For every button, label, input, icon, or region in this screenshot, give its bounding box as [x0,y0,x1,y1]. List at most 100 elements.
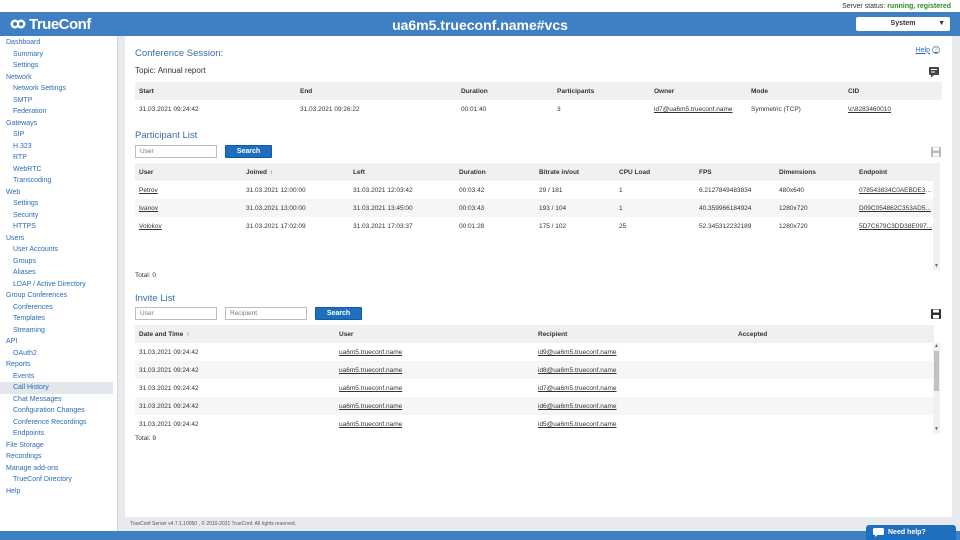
sidebar-item-ldap-active-directory[interactable]: LDAP / Active Directory [0,279,117,291]
invite-scroll-thumb[interactable] [934,351,939,391]
sidebar-item-events[interactable]: Events [0,371,117,383]
column-header-endpoint[interactable]: Endpoint [855,163,934,181]
participant-cell-endpoint[interactable]: 078543834C0AEBDE34... [855,181,934,199]
sidebar-item-aliases[interactable]: Aliases [0,267,117,279]
system-select[interactable]: System ▼ [856,17,950,31]
sidebar-item-h-323[interactable]: H.323 [0,141,117,153]
save-icon[interactable] [930,308,942,320]
participant-cell-left: 31.03.2021 13:45:00 [349,199,455,217]
session-cell-owner[interactable]: id7@ua6m5.trueconf.name [650,100,747,118]
invite-search-button[interactable]: Search [315,307,362,320]
column-header-user[interactable]: User [335,325,534,343]
column-header-user[interactable]: User [135,163,242,181]
column-header-accepted[interactable]: Accepted [734,325,934,343]
session-cell-cid[interactable]: \c\8283460010 [844,100,942,118]
participant-cell-user[interactable]: Volokov [135,217,242,235]
sidebar-item-security[interactable]: Security [0,210,117,222]
sidebar-item-https[interactable]: HTTPS [0,221,117,233]
sidebar-item-file-storage[interactable]: File Storage [0,440,117,452]
sidebar-item-groups[interactable]: Groups [0,256,117,268]
sidebar-item-transcoding[interactable]: Transcoding [0,175,117,187]
sidebar-item-group-conferences[interactable]: Group Conferences [0,290,117,302]
sidebar-item-web[interactable]: Web [0,187,117,199]
column-header-joined[interactable]: Joined ↑ [242,163,349,181]
scroll-down-icon[interactable]: ▼ [933,263,940,270]
sidebar-item-chat-messages[interactable]: Chat Messages [0,394,117,406]
column-header-dimensions[interactable]: Dimensions [775,163,855,181]
column-header-end[interactable]: End [296,82,457,100]
sidebar-item-endpoints[interactable]: Endpoints [0,428,117,440]
column-header-cpu-load[interactable]: CPU Load [615,163,695,181]
sidebar-item-manage-add-ons[interactable]: Manage add-ons [0,463,117,475]
column-header-owner[interactable]: Owner [650,82,747,100]
invite-cell-recipient[interactable]: id8@ua6m5.trueconf.name [534,361,734,379]
sidebar-item-users[interactable]: Users [0,233,117,245]
sidebar-item-recordings[interactable]: Recordings [0,451,117,463]
sidebar-item-call-history[interactable]: Call History [0,382,113,394]
invite-cell-recipient[interactable]: id7@ua6m5.trueconf.name [534,379,734,397]
column-header-label: Accepted [738,330,768,338]
sidebar-item-federation[interactable]: Federation [0,106,117,118]
help-link[interactable]: Help ? [916,46,940,54]
need-help-button[interactable]: Need help? [866,525,956,540]
sidebar-item-oauth2[interactable]: OAuth2 [0,348,117,360]
sidebar-item-settings[interactable]: Settings [0,198,117,210]
invite-scrollbar[interactable]: ▲ ▼ [933,343,940,433]
invite-cell-user[interactable]: ua6m5.trueconf.name [335,415,534,433]
sidebar-item-api[interactable]: API [0,336,117,348]
sidebar-item-help[interactable]: Help [0,486,117,498]
invite-cell-recipient[interactable]: id5@ua6m5.trueconf.name [534,415,734,433]
sidebar-item-trueconf-directory[interactable]: TrueConf Directory [0,474,117,486]
participant-empty-area [135,235,934,269]
participant-cell-user[interactable]: Petrov [135,181,242,199]
invite-recipient-input[interactable]: Recipient [225,307,307,320]
sidebar-item-summary[interactable]: Summary [0,49,117,61]
invite-cell-recipient[interactable]: id6@ua6m5.trueconf.name [534,397,734,415]
sidebar-item-network[interactable]: Network [0,72,117,84]
column-header-duration[interactable]: Duration [457,82,553,100]
sidebar-item-streaming[interactable]: Streaming [0,325,117,337]
column-header-recipient[interactable]: Recipient [534,325,734,343]
participant-search-button[interactable]: Search [225,145,272,158]
column-header-participants[interactable]: Participants [553,82,650,100]
sidebar-item-sip[interactable]: SIP [0,129,117,141]
invite-cell-user[interactable]: ua6m5.trueconf.name [335,397,534,415]
column-header-start[interactable]: Start [135,82,296,100]
invite-user-input[interactable]: User [135,307,217,320]
participant-scrollbar[interactable]: ▼ [933,163,940,270]
sidebar-item-user-accounts[interactable]: User Accounts [0,244,117,256]
sidebar-item-rtp[interactable]: RTP [0,152,117,164]
column-header-left[interactable]: Left [349,163,455,181]
scroll-down-icon[interactable]: ▼ [933,426,940,433]
invite-row: 31.03.2021 09:24:42 ua6m5.trueconf.name id… [135,361,934,379]
column-header-mode[interactable]: Mode [747,82,844,100]
participant-cell-endpoint[interactable]: 5D7C679C3DD38E097... [855,217,934,235]
invite-cell-user[interactable]: ua6m5.trueconf.name [335,379,534,397]
scroll-up-icon[interactable]: ▲ [933,343,940,350]
sidebar-item-gateways[interactable]: Gateways [0,118,117,130]
invite-cell-user[interactable]: ua6m5.trueconf.name [335,361,534,379]
sidebar-item-templates[interactable]: Templates [0,313,117,325]
sidebar-item-network-settings[interactable]: Network Settings [0,83,117,95]
sidebar-item-configuration-changes[interactable]: Configuration Changes [0,405,117,417]
participant-cell-endpoint[interactable]: D09C054862C353AD5... [855,199,934,217]
sidebar-item-reports[interactable]: Reports [0,359,117,371]
column-header-bitrate-in-out[interactable]: Bitrate in/out [535,163,615,181]
sidebar-item-settings[interactable]: Settings [0,60,117,72]
sidebar-item-smtp[interactable]: SMTP [0,95,117,107]
sidebar-item-dashboard[interactable]: Dashboard [0,37,117,49]
column-header-fps[interactable]: FPS [695,163,775,181]
session-table-header: Start End Duration Participants Owner Mode CID [135,82,942,100]
column-header-cid[interactable]: CID [844,82,942,100]
invite-cell-recipient[interactable]: id9@ua6m5.trueconf.name [534,343,734,361]
sidebar-item-conference-recordings[interactable]: Conference Recordings [0,417,117,429]
sidebar-item-conferences[interactable]: Conferences [0,302,117,314]
column-header-date-and-time[interactable]: Date and Time ↑ [135,325,335,343]
sidebar-item-webrtc[interactable]: WebRTC [0,164,117,176]
chat-icon[interactable] [928,66,940,78]
participant-user-input[interactable]: User [135,145,217,158]
invite-cell-user[interactable]: ua6m5.trueconf.name [335,343,534,361]
help-link-label: Help [915,46,930,54]
participant-cell-user[interactable]: Ivanov [135,199,242,217]
column-header-duration[interactable]: Duration [455,163,535,181]
